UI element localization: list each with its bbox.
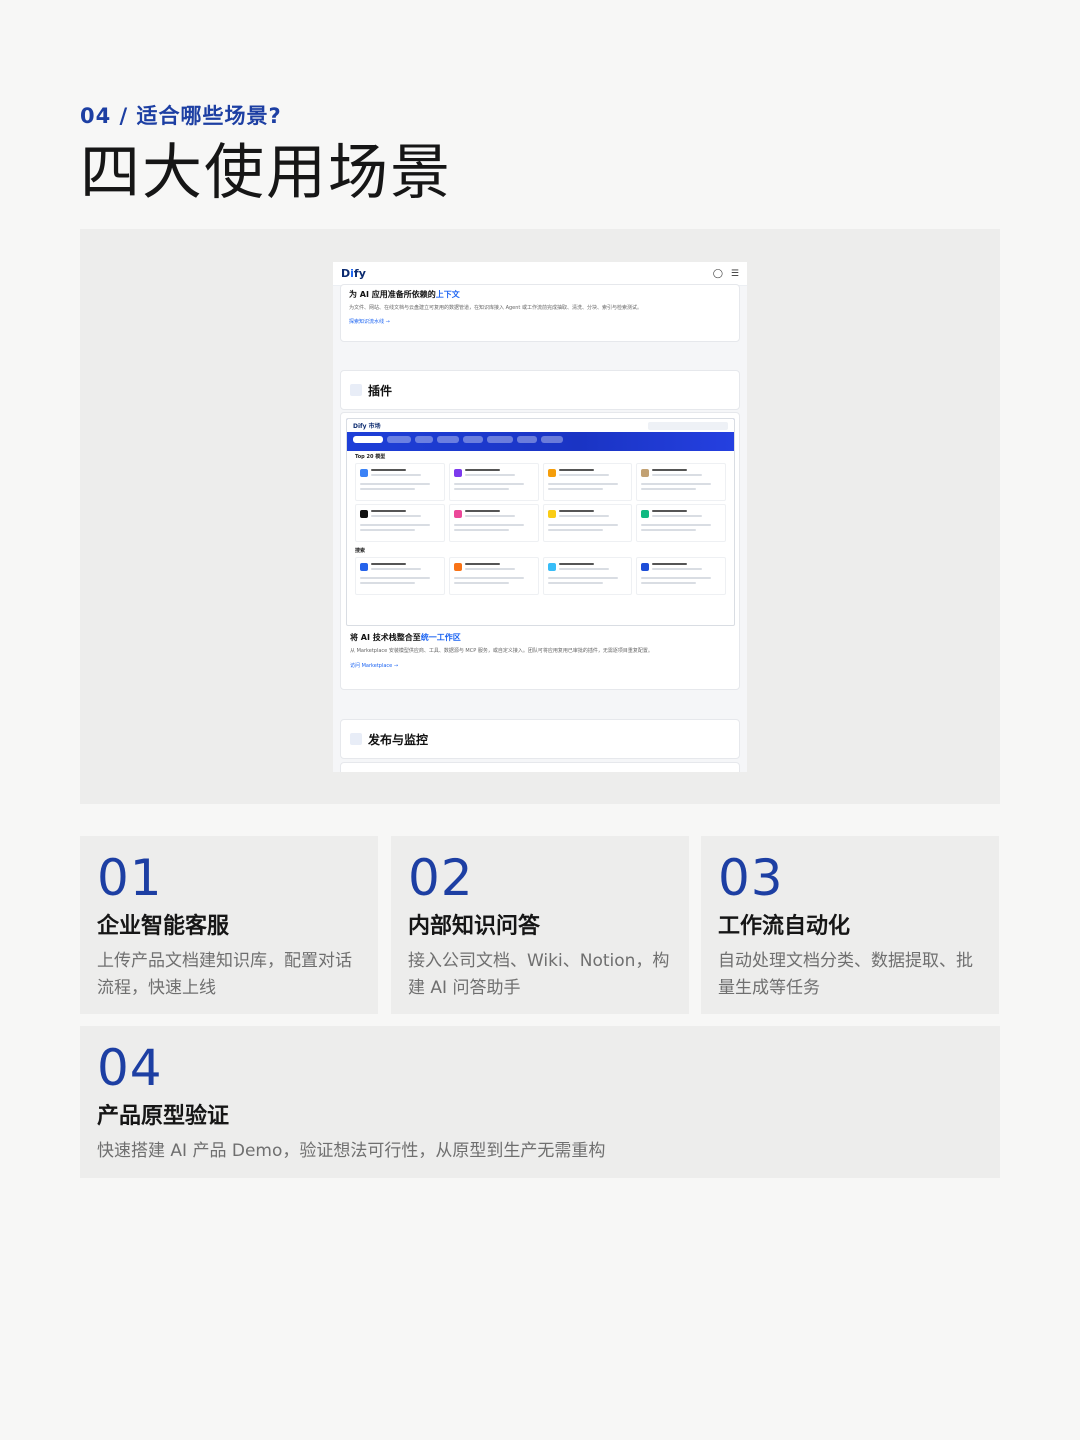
marketplace-tabs: [347, 432, 734, 447]
marketplace-link[interactable]: 访问 Marketplace →: [346, 662, 734, 669]
dify-mobile-screenshot: Dify ◯ ☰ 为 AI 应用准备所依赖的上下文 为文件、网站、在线文档与云盘…: [333, 262, 747, 772]
publish-section[interactable]: 发布与监控: [340, 719, 740, 759]
context-title: 为 AI 应用准备所依赖的: [349, 290, 436, 299]
tab[interactable]: [517, 436, 537, 443]
scenario-number: 01: [97, 849, 163, 907]
integrate-title: 将 AI 技术栈整合至: [350, 633, 421, 642]
plugin-tile[interactable]: [542, 463, 633, 501]
plugin-tile[interactable]: [636, 504, 726, 542]
scenario-card: 01 企业智能客服 上传产品文档建知识库，配置对话流程，快速上线: [80, 836, 378, 1014]
context-desc: 为文件、网站、在线文档与云盘建立可复用的数据管道，在知识库接入 Agent 或工…: [349, 305, 642, 311]
tab[interactable]: [387, 436, 411, 443]
globe-icon[interactable]: ◯: [713, 269, 723, 279]
page-title: 四大使用场景: [80, 138, 452, 208]
plugin-tile[interactable]: [542, 557, 633, 595]
scenario-number: 04: [97, 1039, 163, 1097]
scenario-card: 04 产品原型验证 快速搭建 AI 产品 Demo，验证想法可行性，从原型到生产…: [80, 1026, 1000, 1178]
marketplace-title: Dify 市场: [353, 423, 381, 430]
screenshot-panel: Dify ◯ ☰ 为 AI 应用准备所依赖的上下文 为文件、网站、在线文档与云盘…: [80, 229, 1000, 804]
publish-label: 发布与监控: [368, 732, 429, 747]
context-card: 为 AI 应用准备所依赖的上下文 为文件、网站、在线文档与云盘建立可复用的数据管…: [340, 284, 740, 342]
dify-logo: Dify: [341, 267, 366, 280]
scenario-desc: 接入公司文档、Wiki、Notion，构建 AI 问答助手: [408, 951, 670, 998]
plugin-tile[interactable]: [355, 504, 445, 542]
featured-grid: [347, 460, 734, 545]
scenario-desc: 快速搭建 AI 产品 Demo，验证想法可行性，从原型到生产无需重构: [97, 1141, 606, 1161]
scenario-title: 企业智能客服: [97, 914, 230, 939]
plugin-tile[interactable]: [636, 557, 726, 595]
plugin-tile[interactable]: [448, 504, 539, 542]
next-card: [340, 762, 740, 772]
tab[interactable]: [487, 436, 513, 443]
tab[interactable]: [463, 436, 483, 443]
plugins-section[interactable]: 插件: [340, 370, 740, 410]
marketplace-header: Dify 市场: [347, 419, 734, 451]
section-kicker: 04 / 适合哪些场景?: [80, 104, 282, 128]
tab[interactable]: [437, 436, 459, 443]
integrate-title-highlight: 统一工作区: [420, 633, 461, 642]
marketplace-search-input[interactable]: [648, 421, 728, 430]
integrate-desc: 从 Marketplace 安装模型供应商、工具、数据源与 MCP 服务，或自定…: [350, 648, 653, 654]
scenario-title: 工作流自动化: [718, 914, 851, 939]
plugin-tile[interactable]: [448, 463, 539, 501]
menu-icon[interactable]: ☰: [731, 269, 739, 279]
tab[interactable]: [415, 436, 433, 443]
featured-heading: Top 20 模型: [355, 454, 386, 460]
scenario-card: 02 内部知识问答 接入公司文档、Wiki、Notion，构建 AI 问答助手: [391, 836, 689, 1014]
scenario-card: 03 工作流自动化 自动处理文档分类、数据提取、批量生成等任务: [701, 836, 999, 1014]
plugin-tile[interactable]: [448, 557, 539, 595]
tab[interactable]: [541, 436, 563, 443]
context-title-highlight: 上下文: [435, 290, 460, 299]
scenario-desc: 上传产品文档建知识库，配置对话流程，快速上线: [97, 951, 352, 998]
plugin-icon: [350, 384, 362, 396]
plugins-label: 插件: [368, 383, 393, 398]
scenario-number: 02: [408, 849, 474, 907]
plugin-tile[interactable]: [636, 463, 726, 501]
marketplace-screenshot: Dify 市场 Top 20 模型 搜索: [346, 418, 735, 626]
integrate-card: Dify 市场 Top 20 模型 搜索 将 AI 技术栈整合至统一工作区 从 …: [340, 412, 740, 690]
scenario-title: 内部知识问答: [408, 914, 541, 939]
scenario-title: 产品原型验证: [97, 1104, 230, 1129]
knowledge-pipeline-link[interactable]: 探索知识流水线 →: [349, 318, 731, 325]
scenario-desc: 自动处理文档分类、数据提取、批量生成等任务: [718, 951, 973, 998]
plugin-tile[interactable]: [542, 504, 633, 542]
dify-header: Dify ◯ ☰: [333, 262, 747, 286]
plugin-tile[interactable]: [355, 463, 445, 501]
tab[interactable]: [353, 436, 383, 443]
scenario-number: 03: [718, 849, 784, 907]
publish-icon: [350, 733, 362, 745]
search-heading: 搜索: [355, 548, 366, 554]
plugin-tile[interactable]: [355, 557, 445, 595]
search-grid: [347, 554, 734, 598]
